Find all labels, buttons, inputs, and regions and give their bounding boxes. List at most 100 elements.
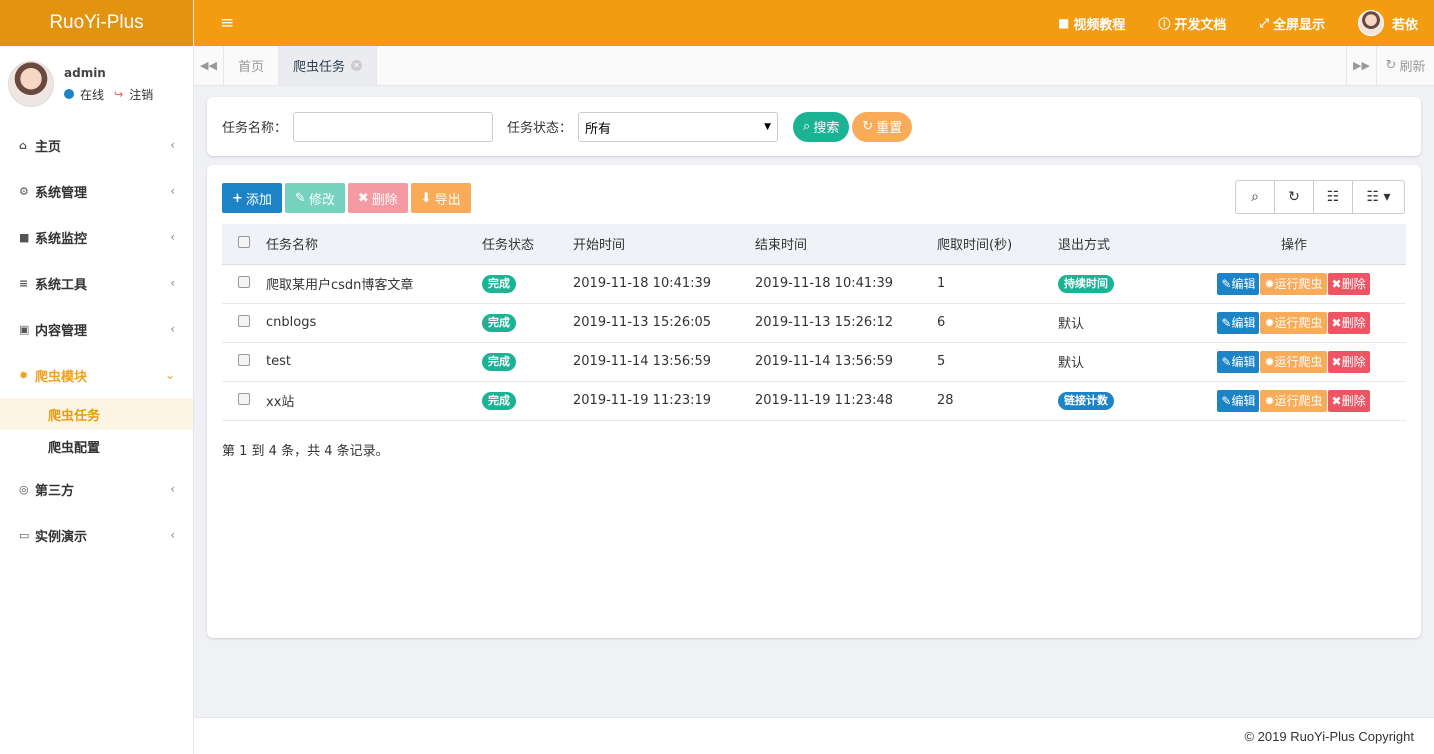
menu-toggle-icon[interactable]: ≡ [220, 13, 234, 33]
export-button[interactable]: ⬇ 导出 [410, 183, 471, 213]
video-camera-icon: ■ [1057, 16, 1070, 30]
col-task-status[interactable]: 任务状态 [482, 224, 573, 265]
footer: © 2019 RuoYi-Plus Copyright [194, 717, 1434, 754]
logout-link[interactable]: 注销 [129, 86, 153, 103]
col-actions: 操作 [1182, 224, 1406, 265]
edit-button[interactable]: ✎ 修改 [284, 183, 345, 213]
col-end-time[interactable]: 结束时间 [755, 224, 937, 265]
exit-mode-text: 默认 [1058, 317, 1085, 332]
task-name-input[interactable] [293, 111, 494, 142]
row-run-crawler-button[interactable]: ✹运行爬虫 [1260, 272, 1327, 295]
table-toolbar: + 添加 ✎ 修改 ✖ 删除 ⬇ 导出 [222, 183, 474, 213]
toggle-view-button[interactable]: ☷ [1314, 181, 1353, 213]
row-delete-button[interactable]: ✖删除 [1327, 272, 1370, 295]
bug-icon: ✹ [1264, 315, 1275, 330]
toggle-search-button[interactable]: ⌕ [1236, 181, 1275, 213]
times-icon: ✖ [1331, 354, 1342, 369]
end-time-cell: 2019-11-18 10:41:39 [755, 264, 937, 304]
plus-icon: + [232, 190, 243, 206]
tab-home[interactable]: 首页 [224, 46, 280, 85]
id-card-icon: ▣ [19, 322, 30, 336]
row-run-crawler-button[interactable]: ✹运行爬虫 [1260, 389, 1327, 412]
sidebar-item-home[interactable]: ⌂ 主页 ‹ [0, 122, 193, 168]
task-status-select[interactable]: 所有 ▼ [578, 111, 779, 142]
task-table: 任务名称 任务状态 开始时间 结束时间 爬取时间(秒) 退出方式 操作 爬取某用… [222, 224, 1406, 421]
sidebar-subitem-crawler-task[interactable]: 爬虫任务 [0, 398, 193, 430]
tab-crawler-task[interactable]: 爬虫任务 ✕ [279, 46, 378, 85]
dev-docs-link[interactable]: ⓘ 开发文档 [1158, 14, 1226, 33]
search-icon: ⌕ [1251, 189, 1259, 205]
sidebar-item-crawler[interactable]: ✹ 爬虫模块 ⌄ [0, 352, 193, 398]
row-checkbox[interactable] [238, 275, 250, 288]
sidebar-item-demo[interactable]: ▭ 实例演示 ‹ [0, 512, 193, 558]
edit-icon: ✎ [1221, 354, 1232, 369]
sidebar-item-tools[interactable]: ≡ 系统工具 ‹ [0, 260, 193, 306]
search-form: 任务名称： 任务状态： 所有 ▼ ⌕ 搜索 ↻ 重置 [207, 97, 1421, 156]
sidebar-item-system[interactable]: ⚙ 系统管理 ‹ [0, 168, 193, 214]
sidebar-subitem-crawler-config[interactable]: 爬虫配置 [0, 430, 193, 462]
sidebar-item-third[interactable]: ◎ 第三方 ‹ [0, 466, 193, 512]
row-run-crawler-button[interactable]: ✹运行爬虫 [1260, 311, 1327, 334]
col-duration[interactable]: 爬取时间(秒) [937, 224, 1058, 265]
page-tabs: ◀◀ 首页 爬虫任务 ✕ ▶▶ ↻ 刷新 [194, 46, 1434, 86]
times-icon: ✖ [357, 190, 369, 206]
exit-mode-badge: 持续时间 [1058, 274, 1114, 293]
search-icon: ⌕ [803, 119, 811, 134]
col-task-name[interactable]: 任务名称 [266, 224, 482, 265]
col-exit-mode[interactable]: 退出方式 [1058, 224, 1182, 265]
task-name-cell: cnblogs [266, 303, 482, 343]
row-delete-button[interactable]: ✖删除 [1327, 389, 1370, 412]
row-edit-button[interactable]: ✎编辑 [1217, 272, 1260, 295]
row-delete-button[interactable]: ✖删除 [1327, 311, 1370, 334]
row-checkbox[interactable] [238, 353, 250, 366]
task-name-label: 任务名称： [222, 121, 288, 136]
columns-button[interactable]: ☷ ▾ [1353, 181, 1404, 213]
row-delete-button[interactable]: ✖删除 [1327, 350, 1370, 373]
user-avatar[interactable] [8, 61, 54, 107]
close-icon[interactable]: ✕ [351, 60, 363, 71]
select-all-checkbox[interactable] [238, 235, 250, 248]
refresh-table-button[interactable]: ↻ [1275, 181, 1314, 213]
table-row[interactable]: cnblogs 完成 2019-11-13 15:26:05 2019-11-13 1… [222, 303, 1406, 343]
top-user-menu[interactable]: 若依 [1357, 10, 1418, 36]
exit-mode-text: 默认 [1058, 356, 1085, 371]
bug-icon: ✹ [1264, 393, 1275, 408]
table-row[interactable]: xx站 完成 2019-11-19 11:23:19 2019-11-19 11:23… [222, 381, 1406, 421]
duration-cell: 6 [937, 303, 1058, 343]
row-checkbox[interactable] [238, 314, 250, 327]
refresh-tab-button[interactable]: ↻ 刷新 [1376, 46, 1434, 85]
sidebar-item-content[interactable]: ▣ 内容管理 ‹ [0, 306, 193, 352]
row-edit-button[interactable]: ✎编辑 [1217, 350, 1260, 373]
reset-button[interactable]: ↻ 重置 [852, 111, 913, 142]
task-name-cell: test [266, 342, 482, 382]
delete-button[interactable]: ✖ 删除 [347, 183, 408, 213]
table-row[interactable]: 爬取某用户csdn博客文章 完成 2019-11-18 10:41:39 2019-1… [222, 264, 1406, 304]
row-edit-button[interactable]: ✎编辑 [1217, 311, 1260, 334]
chevron-down-icon: ▼ [764, 121, 772, 132]
pagination-info: 第 1 到 4 条，共 4 条记录。 [222, 444, 389, 459]
tabs-scroll-left-icon[interactable]: ◀◀ [194, 46, 224, 85]
chevron-left-icon: ‹ [170, 230, 175, 244]
row-edit-button[interactable]: ✎编辑 [1217, 389, 1260, 412]
fullscreen-link[interactable]: ⤢ 全屏显示 [1259, 14, 1325, 33]
row-run-crawler-button[interactable]: ✹运行爬虫 [1260, 350, 1327, 373]
logout-icon[interactable]: ↪ [114, 88, 123, 101]
video-tutorial-link[interactable]: ■ 视频教程 [1058, 14, 1125, 33]
home-icon: ⌂ [19, 138, 27, 152]
sidebar-item-monitor[interactable]: ■ 系统监控 ‹ [0, 214, 193, 260]
edit-icon: ✎ [1221, 276, 1232, 291]
refresh-icon: ↻ [1385, 58, 1397, 73]
tabs-scroll-right-icon[interactable]: ▶▶ [1346, 46, 1376, 85]
duration-cell: 28 [937, 381, 1058, 421]
add-button[interactable]: + 添加 [222, 183, 282, 213]
refresh-icon: ↻ [862, 119, 874, 134]
col-start-time[interactable]: 开始时间 [573, 224, 755, 265]
chevron-left-icon: ‹ [170, 528, 175, 542]
brand-logo[interactable]: RuoYi-Plus [0, 0, 193, 46]
chevron-down-icon: ⌄ [164, 368, 175, 382]
table-row[interactable]: test 完成 2019-11-14 13:56:59 2019-11-14 13:5… [222, 342, 1406, 382]
row-checkbox[interactable] [238, 392, 250, 405]
times-icon: ✖ [1331, 315, 1342, 330]
search-button[interactable]: ⌕ 搜索 [793, 111, 850, 142]
user-panel: admin 在线 ↪ 注销 [0, 46, 193, 122]
